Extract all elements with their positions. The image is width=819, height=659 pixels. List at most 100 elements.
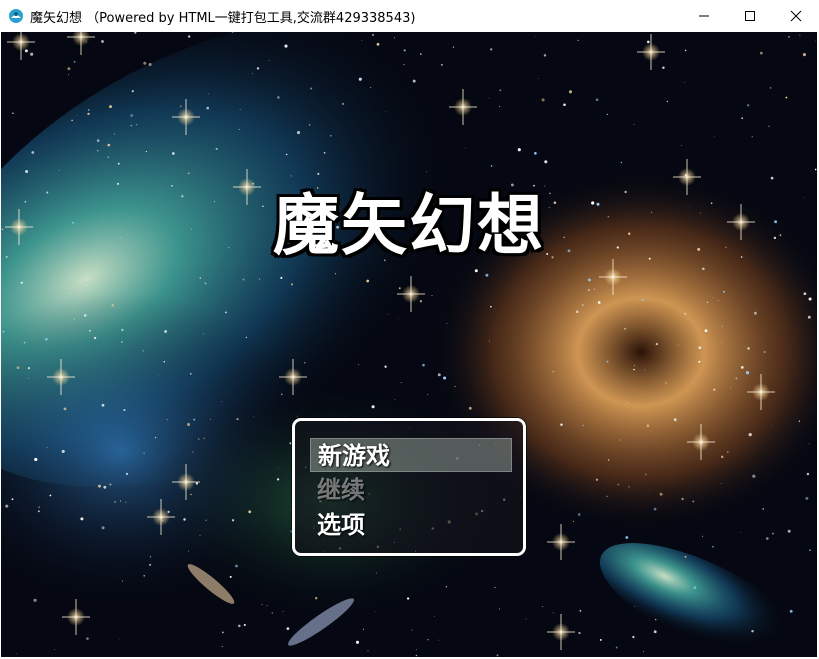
star xyxy=(86,284,88,286)
star xyxy=(415,654,418,657)
star xyxy=(130,124,133,127)
star xyxy=(71,119,73,122)
star xyxy=(204,282,207,285)
star xyxy=(190,373,192,375)
star xyxy=(587,278,591,282)
title-bar[interactable]: 魔矢幻想 （Powered by HTML一键打包工具,交流群429338543… xyxy=(0,0,819,32)
star xyxy=(285,153,288,156)
star xyxy=(722,290,725,293)
star xyxy=(772,532,774,535)
star xyxy=(684,555,687,558)
star xyxy=(785,96,788,99)
star xyxy=(419,300,423,303)
star xyxy=(163,361,166,363)
star xyxy=(606,360,609,363)
close-button[interactable] xyxy=(773,0,819,32)
star xyxy=(641,298,644,302)
command-new-game[interactable]: 新游戏 xyxy=(310,438,512,472)
star xyxy=(798,420,801,422)
space-background xyxy=(1,32,817,657)
star xyxy=(552,612,554,614)
star xyxy=(195,482,199,485)
star xyxy=(684,49,687,52)
star xyxy=(806,472,810,476)
command-options[interactable]: 选项 xyxy=(310,508,512,542)
star xyxy=(411,629,413,631)
star xyxy=(578,631,581,635)
star xyxy=(759,51,763,55)
minimize-button[interactable] xyxy=(681,0,727,32)
star xyxy=(684,312,687,315)
star xyxy=(83,314,87,317)
star xyxy=(355,640,360,644)
star xyxy=(633,123,635,126)
star xyxy=(808,297,812,301)
star xyxy=(579,609,582,612)
star xyxy=(376,572,378,574)
star xyxy=(143,452,145,454)
star xyxy=(525,618,527,620)
star xyxy=(740,366,744,369)
star xyxy=(148,563,152,567)
star xyxy=(73,318,75,320)
star xyxy=(256,67,260,70)
minimize-icon xyxy=(699,15,709,17)
star xyxy=(145,150,148,153)
star xyxy=(376,42,380,46)
star xyxy=(372,34,374,36)
star xyxy=(626,402,628,404)
star xyxy=(148,63,152,66)
star xyxy=(403,49,406,52)
star xyxy=(261,603,263,605)
star xyxy=(96,139,100,142)
star xyxy=(595,478,599,481)
app-icon xyxy=(9,9,23,23)
star xyxy=(394,399,396,400)
star xyxy=(578,399,580,401)
star xyxy=(698,360,701,363)
star xyxy=(653,630,657,634)
star xyxy=(763,350,766,354)
star xyxy=(490,165,493,167)
star xyxy=(38,506,40,508)
maximize-button[interactable] xyxy=(727,0,773,32)
star xyxy=(714,136,715,137)
star xyxy=(740,532,741,533)
star xyxy=(582,424,584,427)
star xyxy=(131,90,134,93)
star xyxy=(33,598,37,602)
star xyxy=(16,366,20,370)
star xyxy=(229,575,232,578)
star xyxy=(46,447,48,449)
star xyxy=(73,60,76,63)
star xyxy=(412,79,416,83)
star xyxy=(730,386,732,388)
star xyxy=(741,117,744,120)
star xyxy=(374,611,376,612)
game-canvas[interactable]: 魔矢幻想 新游戏 继续 选项 xyxy=(1,32,817,657)
star xyxy=(544,160,548,164)
star xyxy=(183,518,186,521)
star xyxy=(465,147,466,149)
star xyxy=(650,491,651,493)
star xyxy=(721,342,723,343)
star xyxy=(385,111,387,112)
star xyxy=(485,273,489,277)
star xyxy=(615,646,618,649)
star xyxy=(809,549,811,552)
star xyxy=(543,54,547,57)
star xyxy=(517,148,521,152)
star xyxy=(787,529,791,533)
star xyxy=(720,482,722,484)
star xyxy=(284,44,288,48)
star xyxy=(597,301,601,304)
star xyxy=(488,97,490,99)
star xyxy=(799,34,801,36)
star xyxy=(362,628,365,630)
star xyxy=(248,510,252,514)
star xyxy=(653,507,657,511)
star xyxy=(190,493,192,496)
command-continue[interactable]: 继续 xyxy=(310,473,512,507)
star xyxy=(704,329,708,333)
star xyxy=(753,311,757,315)
